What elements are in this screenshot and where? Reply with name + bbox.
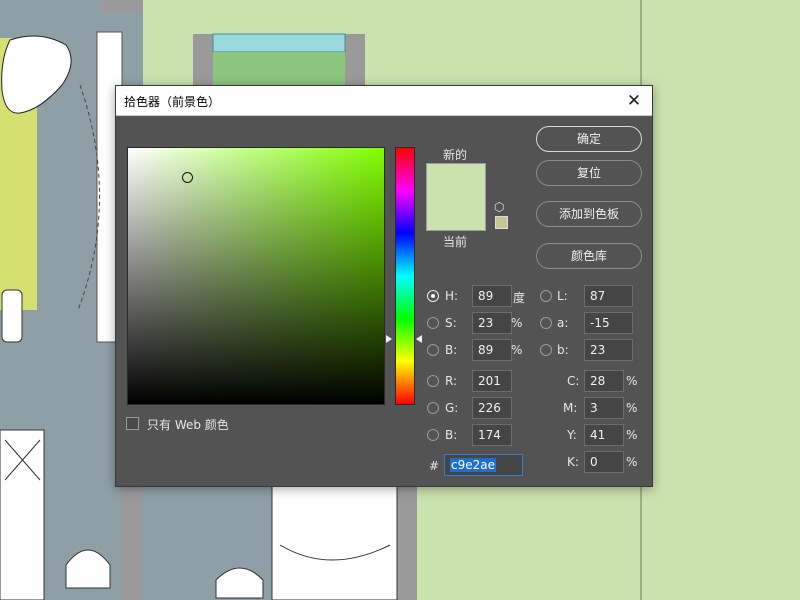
blue-input[interactable]: 174 [472,424,512,446]
saturation-unit: % [511,316,523,330]
saturation-brightness-field[interactable] [127,147,385,405]
web-colors-only-checkbox[interactable] [126,417,139,430]
radio-lightness[interactable] [540,290,552,302]
window-cyan [212,33,346,53]
stacked-cushions [1,289,23,343]
hue-label: H: [445,289,459,303]
cabinet [0,429,45,600]
new-color-label: 新的 [443,148,468,162]
brightness-input[interactable]: 89 [472,339,512,361]
lightness-input[interactable]: 87 [584,285,633,307]
gamut-warning-swatch[interactable] [495,216,508,229]
yellow-label: Y: [567,428,577,442]
hue-input[interactable]: 89 [472,285,512,307]
red-label: R: [445,374,458,388]
cyan-label: C: [567,374,580,388]
lightness-label: L: [557,289,568,303]
hex-label: # [429,459,440,473]
black-unit: % [626,455,638,469]
wall [122,485,142,600]
blue-label: B: [445,428,458,442]
radio-brightness[interactable] [427,344,439,356]
color-cursor-icon[interactable] [182,172,193,183]
brightness-unit: % [511,343,523,357]
wall [193,34,213,85]
hex-value: c9e2ae [450,458,496,472]
current-color-label: 当前 [443,235,468,249]
hex-input[interactable]: c9e2ae [444,454,523,476]
bed-outline [271,484,398,600]
add-to-swatches-button[interactable]: 添加到色板 [536,201,642,227]
web-colors-only-label: 只有 Web 颜色 [147,418,229,432]
red-input[interactable]: 201 [472,370,512,392]
field-black-gradient [128,148,384,404]
close-icon[interactable]: ✕ [622,89,646,113]
green-label: G: [445,401,459,415]
color-libraries-button[interactable]: 颜色库 [536,243,642,269]
radio-lab-a[interactable] [540,317,552,329]
black-label: K: [567,455,579,469]
yellow-input[interactable]: 41 [584,424,624,446]
ok-button[interactable]: 确定 [536,126,642,152]
brightness-label: B: [445,343,458,357]
magenta-label: M: [563,401,578,415]
hue-slider[interactable] [395,147,415,405]
black-input[interactable]: 0 [584,451,624,473]
radio-hue[interactable] [427,290,439,302]
saturation-input[interactable]: 23 [472,312,512,334]
radio-green[interactable] [427,402,439,414]
wall [345,34,365,85]
color-preview-swatch [426,163,486,231]
wall [100,0,142,13]
cyan-input[interactable]: 28 [584,370,624,392]
yellow-unit: % [626,428,638,442]
wall [397,485,417,600]
magenta-unit: % [626,401,638,415]
green-input[interactable]: 226 [472,397,512,419]
radio-saturation[interactable] [427,317,439,329]
current-color-swatch[interactable] [427,197,485,230]
new-color-swatch [427,164,485,197]
lab-b-input[interactable]: 23 [584,339,633,361]
hue-slider-left-arrow-icon[interactable] [386,335,392,343]
dialog-titlebar[interactable]: 拾色器（前景色） ✕ [116,86,652,116]
hue-unit: 度 [513,291,526,305]
hue-slider-right-arrow-icon[interactable] [416,335,422,343]
web-safe-cube-icon[interactable]: ⬡ [494,201,504,213]
color-picker-dialog: 拾色器（前景色） ✕ 新的 当前 ⬡ 确定 复位 添加到色板 颜色库 H: 89… [115,85,653,487]
magenta-input[interactable]: 3 [584,397,624,419]
dialog-title: 拾色器（前景色） [124,95,221,109]
radio-blue[interactable] [427,429,439,441]
saturation-label: S: [445,316,457,330]
cyan-unit: % [626,374,638,388]
lab-a-label: a: [557,316,569,330]
lab-b-label: b: [557,343,569,357]
reset-button[interactable]: 复位 [536,160,642,186]
green-planter [213,52,345,85]
lab-a-input[interactable]: -15 [584,312,633,334]
radio-lab-b[interactable] [540,344,552,356]
radio-red[interactable] [427,375,439,387]
